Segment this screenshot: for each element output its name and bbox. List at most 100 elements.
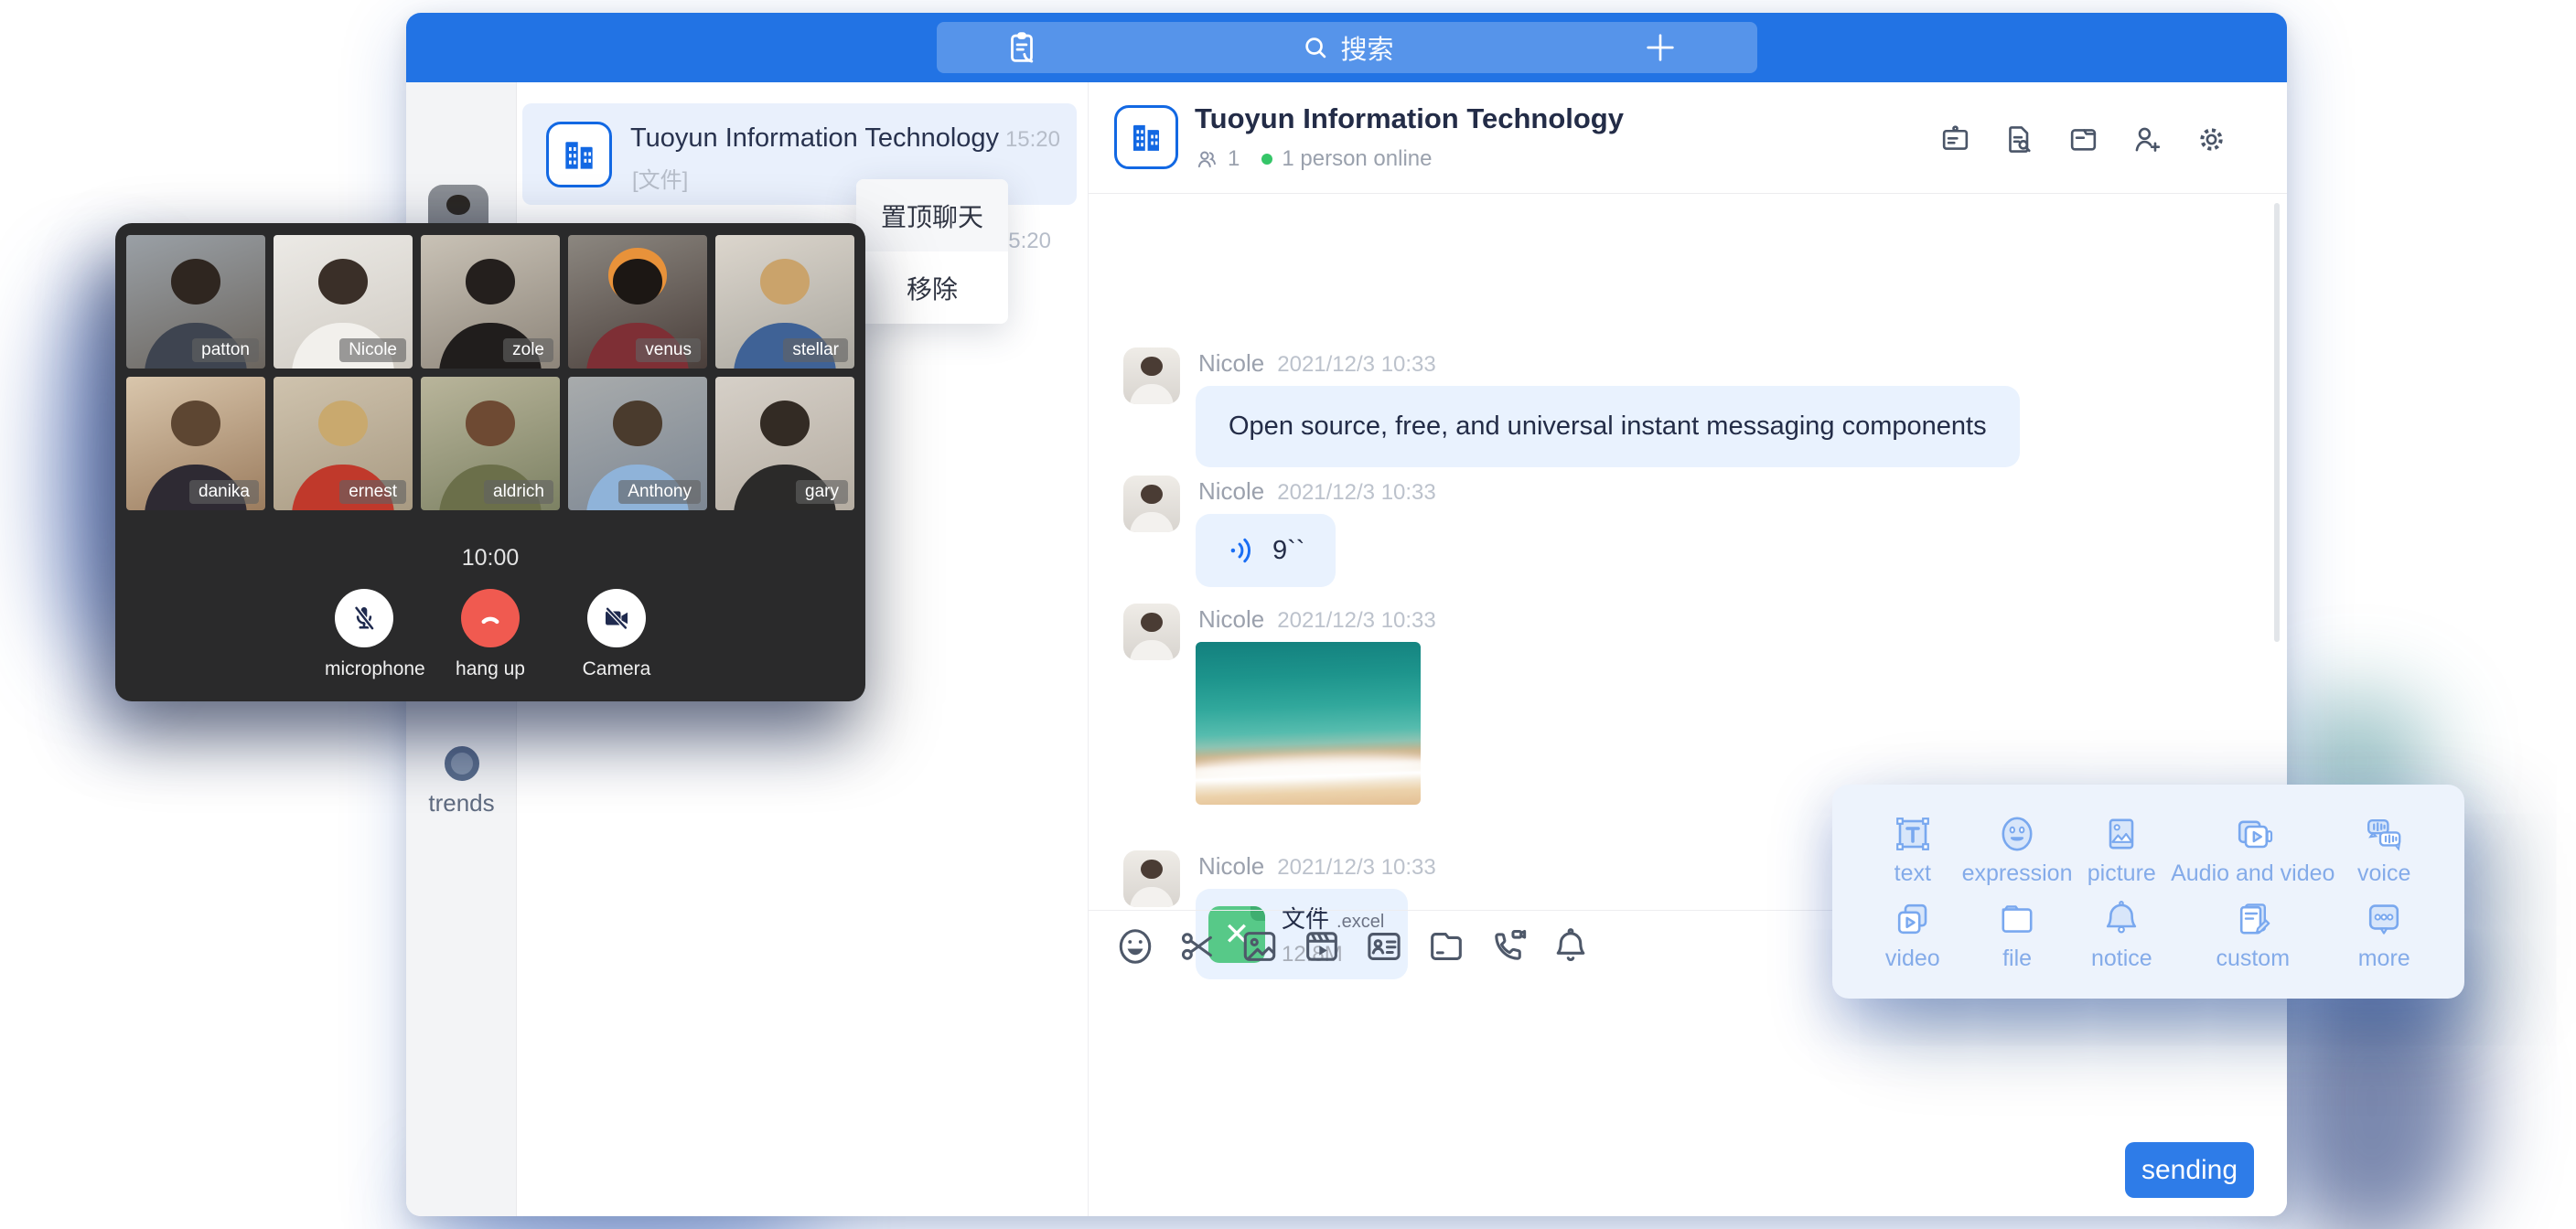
- sender-avatar[interactable]: [1123, 476, 1180, 532]
- sender-avatar[interactable]: [1123, 347, 1180, 404]
- microphone-control: microphone: [325, 589, 403, 680]
- plus-icon[interactable]: [1642, 29, 1679, 66]
- control-label: microphone: [325, 658, 403, 680]
- video-tile: danika: [126, 377, 265, 510]
- message-time: 2021/12/3 10:33: [1277, 352, 1436, 377]
- more-icon: [2362, 897, 2406, 941]
- panel-item-label: file: [1995, 946, 2039, 972]
- video-tile: Anthony: [568, 377, 707, 510]
- online-status: 1 person online: [1282, 146, 1432, 172]
- image-message[interactable]: [1196, 642, 1421, 805]
- video-tile: ernest: [274, 377, 413, 510]
- audio-video-icon: [2231, 812, 2275, 856]
- sender-avatar[interactable]: [1123, 850, 1180, 907]
- message-meta: Nicole 2021/12/3 10:33: [1198, 349, 1436, 378]
- participant-name: danika: [189, 480, 259, 504]
- file-folder-icon[interactable]: [1425, 925, 1467, 967]
- panel-item-text[interactable]: text: [1891, 812, 1935, 887]
- sender-name: Nicole: [1198, 852, 1264, 880]
- participant-name: patton: [192, 338, 259, 362]
- call-controls: microphone hang up Camera: [115, 589, 865, 680]
- screenshot-icon[interactable]: [1176, 925, 1218, 967]
- contact-card-icon[interactable]: [1363, 925, 1405, 967]
- participant-name: stellar: [783, 338, 848, 362]
- control-label: Camera: [577, 658, 656, 680]
- panel-item-notice[interactable]: notice: [2091, 897, 2152, 972]
- folder-icon[interactable]: [2066, 123, 2100, 156]
- panel-item-more[interactable]: more: [2358, 897, 2410, 972]
- menu-item-remove[interactable]: 移除: [856, 251, 1008, 324]
- video-grid: patton Nicole zole venus stellar danika …: [126, 235, 854, 510]
- text-message-bubble: Open source, free, and universal instant…: [1196, 386, 2020, 467]
- context-menu: 置顶聊天 移除: [856, 179, 1008, 324]
- group-avatar: [546, 122, 612, 187]
- chat-header: Tuoyun Information Technology 1 1 person…: [1089, 82, 2287, 194]
- camera-off-button[interactable]: [587, 589, 646, 647]
- panel-item-label: notice: [2091, 946, 2152, 972]
- participant-name: Nicole: [339, 338, 406, 362]
- video-tile: stellar: [715, 235, 854, 369]
- menu-item-pin-chat[interactable]: 置顶聊天: [856, 179, 1008, 251]
- panel-item-picture[interactable]: picture: [2088, 812, 2156, 887]
- chat-title: Tuoyun Information Technology: [1195, 102, 1624, 135]
- video-tile: gary: [715, 377, 854, 510]
- panel-item-label: picture: [2088, 860, 2156, 887]
- mute-mic-button[interactable]: [335, 589, 393, 647]
- message-time: 2021/12/3 10:33: [1277, 480, 1436, 505]
- top-bar: 搜索: [406, 13, 2287, 82]
- panel-item-label: voice: [2357, 860, 2410, 887]
- message-meta: Nicole 2021/12/3 10:33: [1198, 477, 1436, 506]
- hang-up-icon: [474, 602, 507, 635]
- sidebar-item-trends[interactable]: trends: [406, 746, 517, 818]
- scrollbar[interactable]: [2274, 203, 2280, 642]
- emoji-icon[interactable]: [1114, 925, 1156, 967]
- voice-duration: 9``: [1272, 536, 1304, 566]
- message-time: 2021/12/3 10:33: [1277, 855, 1436, 880]
- participant-name: aldrich: [484, 480, 553, 504]
- notice-board-icon[interactable]: [1938, 123, 1972, 156]
- chat-record-search-icon[interactable]: [2002, 123, 2036, 156]
- panel-item-file[interactable]: file: [1995, 897, 2039, 972]
- message-time: 2021/12/3 10:33: [1277, 608, 1436, 633]
- panel-item-custom[interactable]: custom: [2216, 897, 2290, 972]
- message-meta: Nicole2021/12/3 10:33: [1198, 605, 1436, 634]
- notice-icon: [2099, 897, 2143, 941]
- conversation-title: Tuoyun Information Technology: [630, 123, 999, 154]
- voice-wave-icon: [1227, 534, 1260, 567]
- participant-name: venus: [636, 338, 701, 362]
- panel-item-audio-video[interactable]: Audio and video: [2171, 812, 2334, 887]
- hang-up-button[interactable]: [461, 589, 520, 647]
- sender-avatar[interactable]: [1123, 604, 1180, 660]
- camera-off-icon: [600, 602, 633, 635]
- video-call-icon[interactable]: [1487, 925, 1530, 967]
- video-clip-icon[interactable]: [1301, 925, 1343, 967]
- participant-name: ernest: [339, 480, 406, 504]
- input-toolbar: [1114, 925, 1592, 967]
- picture-icon: [2099, 812, 2143, 856]
- member-count: 1: [1228, 146, 1240, 172]
- video-tile: aldrich: [421, 377, 560, 510]
- search-bar[interactable]: 搜索: [937, 22, 1757, 73]
- group-avatar: [1114, 105, 1178, 169]
- panel-item-video[interactable]: video: [1885, 897, 1940, 972]
- chat-header-actions: [1938, 123, 2228, 156]
- send-button[interactable]: sending: [2125, 1142, 2254, 1198]
- voice-message-bubble[interactable]: 9``: [1196, 514, 1336, 587]
- message-type-panel: text expression picture Audio and video: [1832, 785, 2464, 999]
- image-icon[interactable]: [1239, 925, 1281, 967]
- search-field[interactable]: 搜索: [1300, 28, 1393, 67]
- panel-item-voice[interactable]: voice: [2357, 812, 2410, 887]
- settings-icon[interactable]: [2195, 123, 2228, 156]
- panel-item-expression[interactable]: expression: [1962, 812, 2073, 887]
- conversation-preview: [文件]: [632, 162, 688, 194]
- conversation-time: 15:20: [1005, 127, 1060, 153]
- call-log-icon[interactable]: [1003, 28, 1041, 67]
- sender-name: Nicole: [1198, 349, 1264, 377]
- notification-icon[interactable]: [1550, 925, 1592, 967]
- video-tile: Nicole: [274, 235, 413, 369]
- chat-subtitle: 1 1 person online: [1195, 146, 1432, 172]
- add-member-icon[interactable]: [2131, 123, 2164, 156]
- video-tile: zole: [421, 235, 560, 369]
- sender-name: Nicole: [1198, 477, 1264, 505]
- participant-name: gary: [796, 480, 848, 504]
